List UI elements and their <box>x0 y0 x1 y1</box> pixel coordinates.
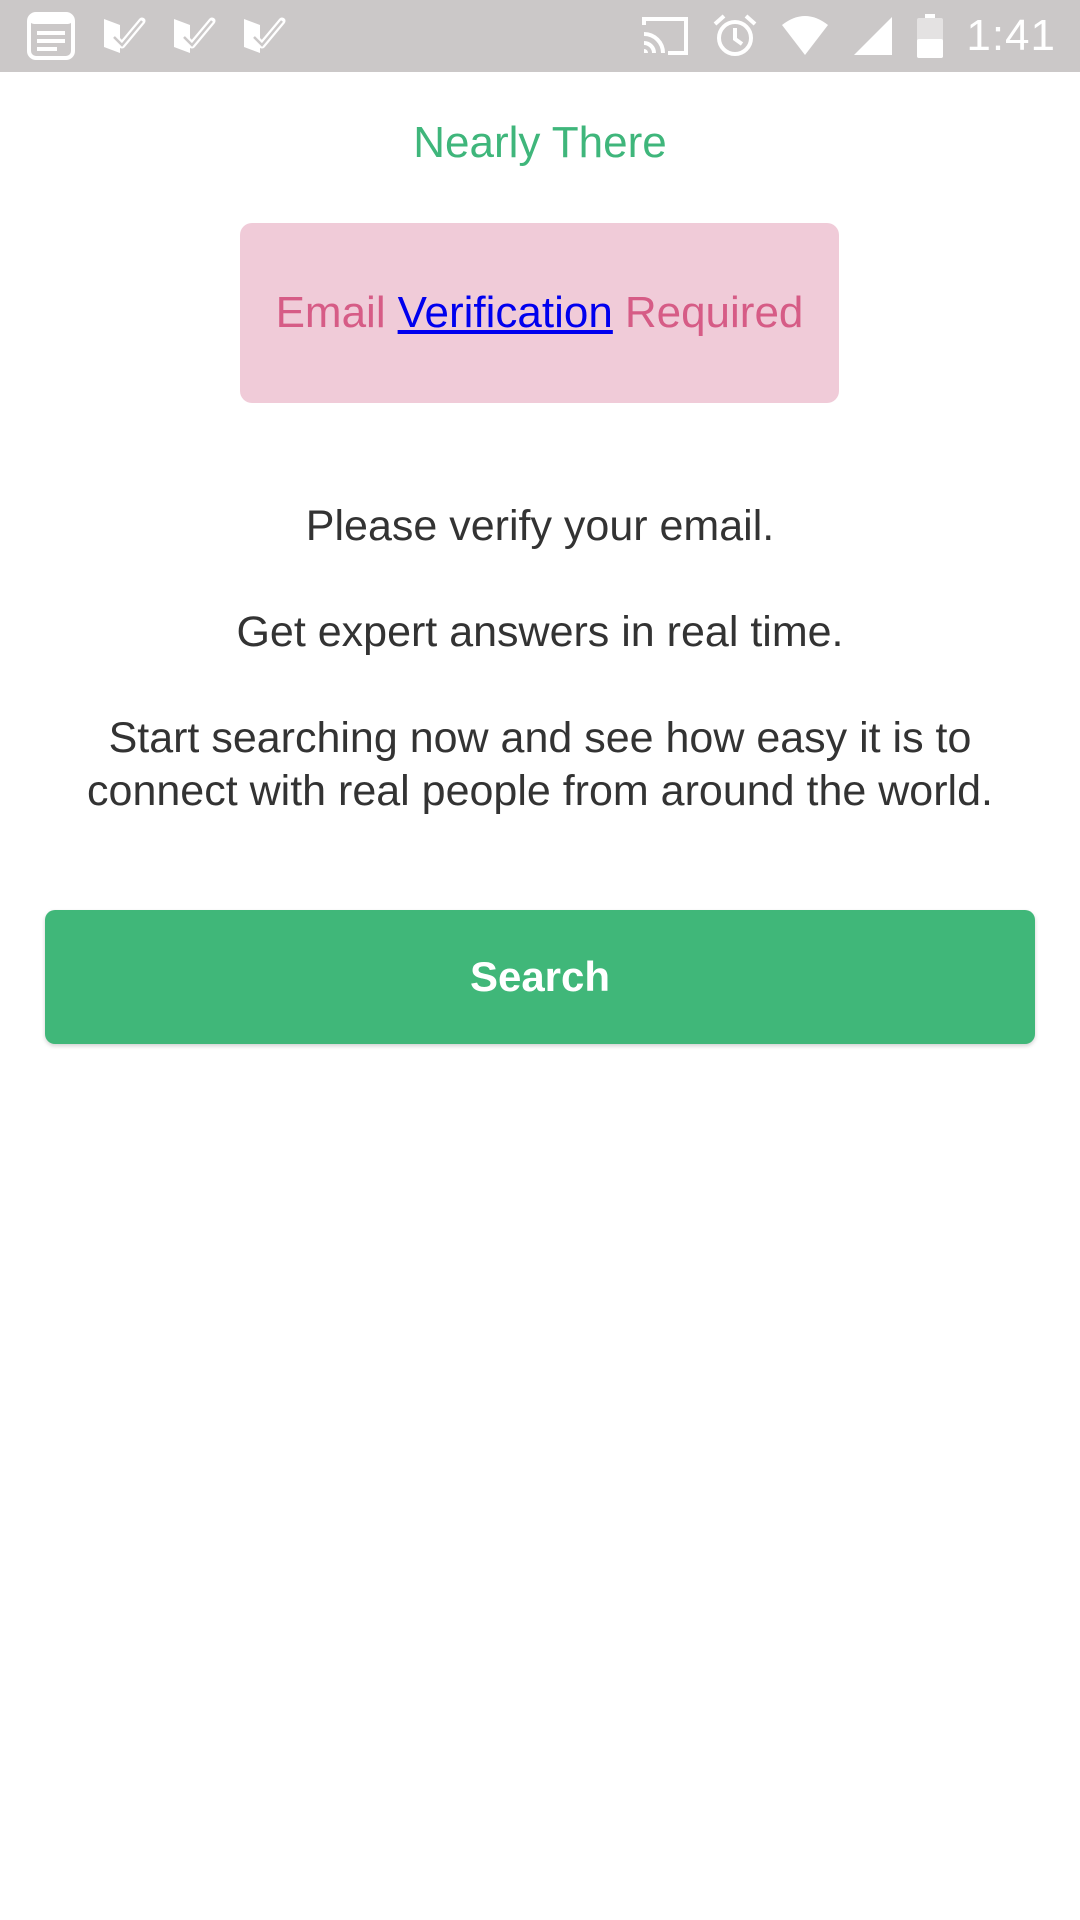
search-button[interactable]: Search <box>45 910 1035 1044</box>
verification-alert: Email Verification Required <box>240 223 839 403</box>
verification-link[interactable]: Verification <box>398 288 613 338</box>
cast-icon <box>640 15 690 57</box>
start-searching-text: Start searching now and see how easy it … <box>87 714 993 815</box>
status-time: 1:41 <box>966 11 1056 60</box>
alarm-icon <box>712 13 758 59</box>
alert-prefix: Email <box>275 288 386 337</box>
expert-answers-text: Get expert answers in real time. <box>236 608 844 656</box>
alert-suffix: Required <box>624 288 804 337</box>
signal-icon <box>852 15 894 57</box>
status-bar-left <box>26 11 310 61</box>
check-icon <box>100 13 146 59</box>
notes-icon <box>26 11 76 61</box>
status-bar-right: 1:41 <box>618 11 1056 61</box>
page-title: Nearly There <box>413 118 667 167</box>
status-bar: 1:41 <box>0 0 1080 72</box>
battery-icon <box>916 13 944 59</box>
check-icon <box>170 13 216 59</box>
check-icon <box>240 13 286 59</box>
wifi-icon <box>780 15 830 57</box>
verify-email-text: Please verify your email. <box>305 502 775 550</box>
